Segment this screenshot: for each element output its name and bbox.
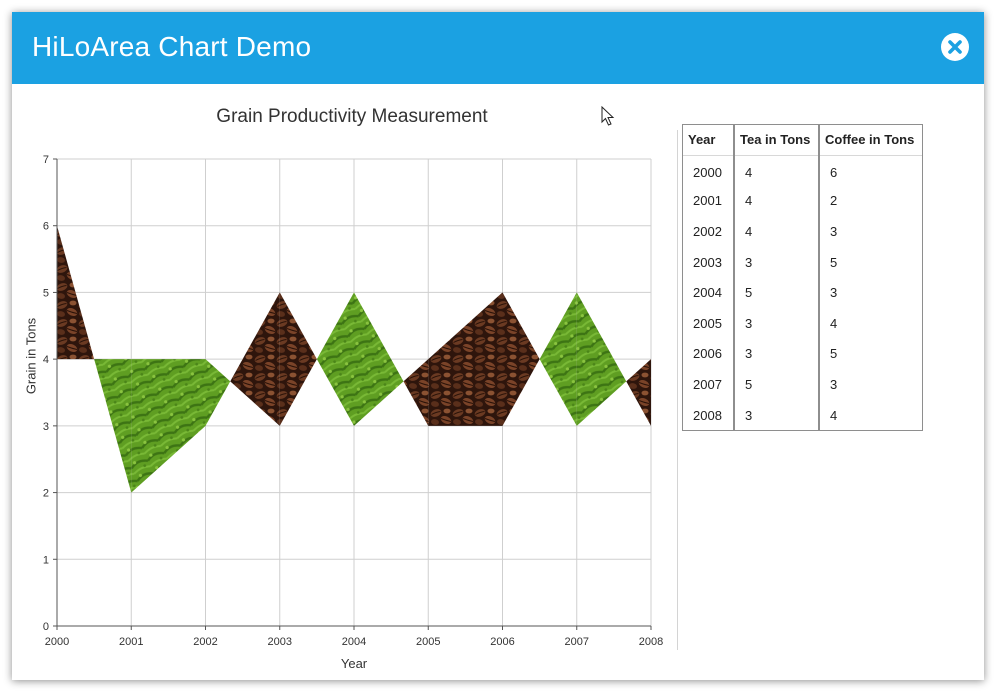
- x-tick-label: 2002: [193, 636, 217, 648]
- y-tick-label: 7: [43, 154, 49, 166]
- table-row[interactable]: 2000 4 6: [683, 155, 922, 186]
- table-row[interactable]: 2001 4 2: [683, 185, 922, 217]
- cell-year: 2007: [683, 369, 735, 400]
- y-tick-label: 4: [43, 354, 49, 366]
- data-table: Year Tea in Tons Coffee in Tons 2000 4 6…: [682, 124, 923, 432]
- header-year[interactable]: Year: [683, 125, 735, 156]
- table-row[interactable]: 2004 5 3: [683, 277, 922, 308]
- cell-tea: 3: [734, 338, 820, 370]
- window-title: HiLoArea Chart Demo: [32, 31, 312, 62]
- cell-tea: 3: [734, 307, 820, 339]
- x-axis-label: Year: [340, 656, 368, 671]
- cell-coffee: 2: [830, 193, 838, 209]
- table-header-row: Year Tea in Tons Coffee in Tons: [683, 125, 922, 156]
- table-row[interactable]: 2007 5 3: [683, 369, 922, 400]
- coffee-area-segment: [502, 292, 540, 426]
- cell-tea: 5: [734, 277, 820, 308]
- title-bar: HiLoArea Chart Demo: [12, 12, 984, 84]
- cell-tea: 3: [734, 246, 820, 278]
- y-tick-label: 2: [43, 488, 49, 500]
- table-row[interactable]: 2003 3 5: [683, 246, 922, 278]
- tea-area-segment: [131, 359, 206, 493]
- x-tick-label: 2005: [416, 636, 440, 648]
- x-tick-label: 2001: [119, 636, 143, 648]
- y-tick-label: 3: [43, 421, 49, 433]
- panel-divider: [677, 130, 678, 650]
- cell-coffee: 5: [830, 254, 838, 270]
- cell-coffee: 5: [830, 346, 838, 362]
- coffee-area-segment: [626, 359, 651, 426]
- coffee-area-segment: [403, 359, 429, 426]
- mouse-pointer-icon: [601, 106, 615, 126]
- cell-tea: 4: [734, 155, 820, 186]
- cell-coffee: 3: [830, 285, 838, 301]
- hilo-area-chart: Grain Productivity Measurement 0 1 2 3 4…: [12, 84, 692, 680]
- cell-coffee: 6: [830, 165, 838, 181]
- cell-tea: 4: [734, 216, 820, 247]
- chart-plot: 0 1 2 3 4 5 6 7 2000 2001 2002 2003 2004 2005 2006 2007…: [43, 154, 663, 648]
- cell-year: 2003: [683, 246, 735, 278]
- table-row[interactable]: 2008 3 4: [683, 399, 922, 431]
- x-tick-label: 2000: [45, 636, 69, 648]
- header-coffee[interactable]: Coffee in Tons: [819, 125, 922, 156]
- x-tick-label: 2004: [342, 636, 366, 648]
- cell-year: 2008: [683, 399, 735, 431]
- cell-tea: 4: [734, 185, 820, 217]
- cell-coffee: 4: [830, 315, 838, 331]
- y-tick-label: 5: [43, 287, 49, 299]
- coffee-area-segment: [428, 292, 503, 426]
- chart-demo-window: HiLoArea Chart Demo Grain Productivity M…: [12, 12, 984, 680]
- x-tick-label: 2007: [565, 636, 589, 648]
- cell-tea: 5: [734, 369, 820, 400]
- tea-area-segment: [205, 359, 231, 426]
- y-axis-label: Grain in Tons: [23, 317, 39, 395]
- coffee-area-segment: [279, 292, 317, 426]
- table-row[interactable]: 2006 3 5: [683, 338, 922, 370]
- y-tick-label: 0: [43, 621, 49, 633]
- cell-year: 2006: [683, 338, 735, 370]
- tea-area-segment: [316, 292, 354, 426]
- x-tick-label: 2008: [639, 636, 663, 648]
- x-tick-label: 2003: [268, 636, 292, 648]
- cell-tea: 3: [734, 399, 820, 431]
- x-tick-label: 2006: [490, 636, 514, 648]
- cell-coffee: 3: [830, 223, 838, 239]
- cell-year: 2000: [683, 155, 735, 186]
- y-tick-label: 6: [43, 221, 49, 233]
- tea-area-segment: [539, 292, 577, 426]
- cell-year: 2001: [683, 185, 735, 217]
- table-row[interactable]: 2005 3 4: [683, 307, 922, 339]
- table-row[interactable]: 2002 4 3: [683, 216, 922, 247]
- y-tick-label: 1: [43, 554, 49, 566]
- cell-year: 2002: [683, 216, 735, 247]
- header-tea[interactable]: Tea in Tons: [734, 125, 820, 156]
- cell-year: 2004: [683, 277, 735, 308]
- close-button[interactable]: [941, 33, 969, 61]
- close-circle-icon: [948, 40, 962, 54]
- cell-coffee: 4: [830, 407, 838, 423]
- cell-year: 2005: [683, 307, 735, 339]
- cell-coffee: 3: [830, 376, 838, 392]
